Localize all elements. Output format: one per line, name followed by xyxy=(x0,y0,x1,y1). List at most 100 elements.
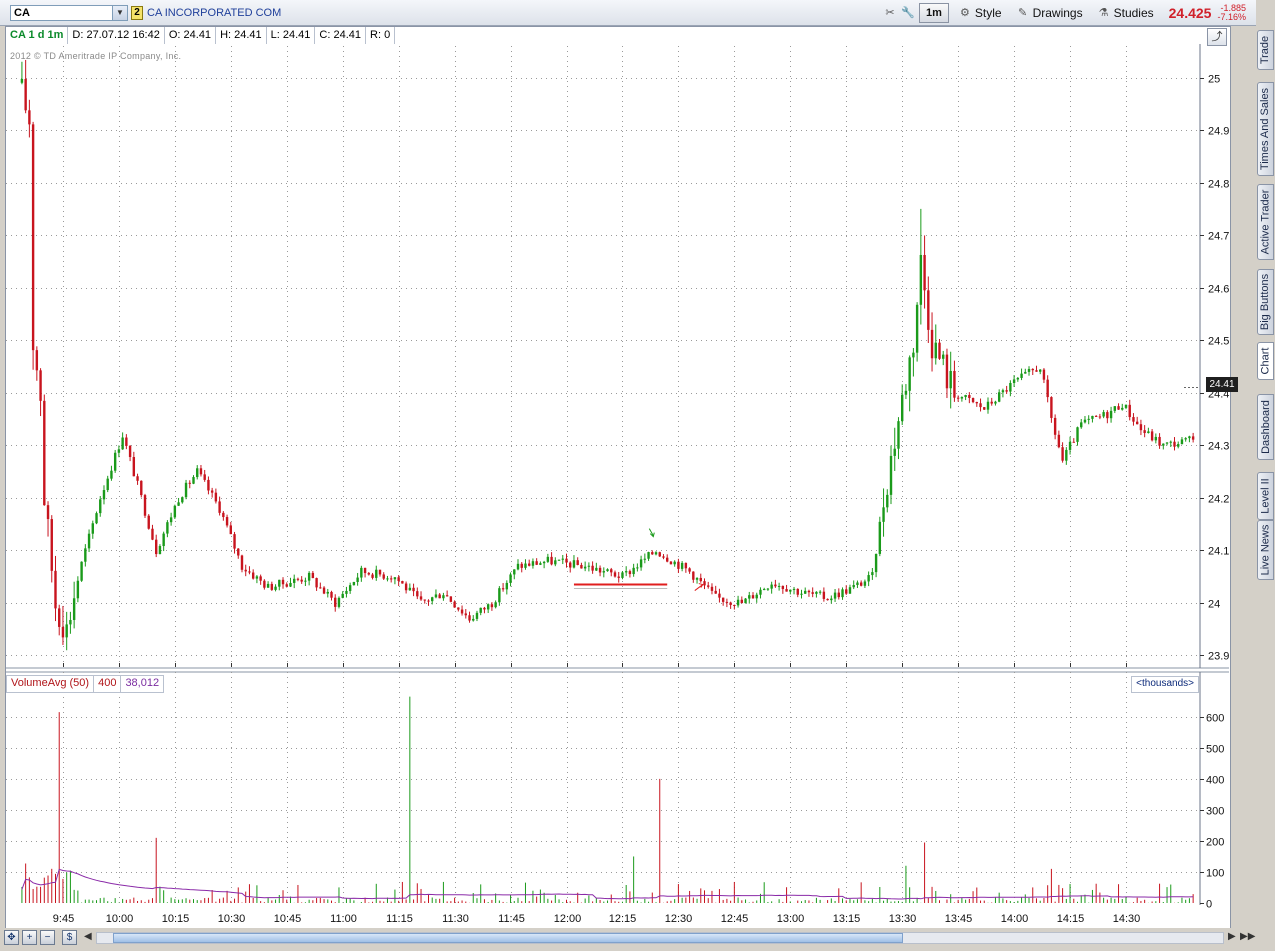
tab-live-news[interactable]: Live News xyxy=(1257,520,1274,580)
tab-times-and-sales[interactable]: Times And Sales xyxy=(1257,82,1274,176)
candle-body xyxy=(938,342,941,359)
bar-low: L: 24.41 xyxy=(266,27,316,44)
candle-body xyxy=(871,572,874,576)
candle-body xyxy=(774,584,777,587)
candle-body xyxy=(1188,436,1191,439)
candle-body xyxy=(945,354,949,389)
pan-icon[interactable]: ✥ xyxy=(4,930,19,945)
candle-body xyxy=(815,591,818,594)
candle-body xyxy=(1072,441,1075,443)
candle-body xyxy=(580,564,583,569)
candle-body xyxy=(1154,436,1158,441)
candle-body xyxy=(106,478,109,491)
candle-body xyxy=(550,556,553,565)
candle-body xyxy=(733,604,736,606)
candle-body xyxy=(155,539,158,555)
time-tick-label: 12:30 xyxy=(665,913,693,925)
candle-body xyxy=(822,591,826,599)
candle-body xyxy=(1083,419,1087,423)
symbol-interval-label[interactable]: CA 1 d 1m xyxy=(6,27,69,44)
tab-chart[interactable]: Chart xyxy=(1257,342,1274,380)
candle-body xyxy=(751,595,755,599)
candle-body xyxy=(770,584,773,589)
time-scroll-thumb[interactable] xyxy=(113,933,903,943)
tab-trade[interactable]: Trade xyxy=(1257,30,1274,70)
candle-body xyxy=(740,599,744,604)
candle-body xyxy=(1165,442,1169,444)
candle-body xyxy=(128,445,132,458)
candle-body xyxy=(348,585,352,591)
candle-body xyxy=(434,594,438,598)
time-scrollbar[interactable] xyxy=(96,932,1224,944)
candle-body xyxy=(494,602,497,608)
candle-body xyxy=(166,522,169,534)
candle-body xyxy=(1068,441,1072,450)
price-tick-label: 24.5 xyxy=(1208,336,1229,348)
candle-body xyxy=(613,572,617,577)
candle-body xyxy=(24,78,27,111)
candle-body xyxy=(65,624,68,638)
price-volume-chart[interactable]: 2524.924.824.724.624.524.424.324.224.124… xyxy=(0,0,1275,951)
candle-body xyxy=(307,572,311,581)
tab-big-buttons[interactable]: Big Buttons xyxy=(1257,269,1274,335)
candle-body xyxy=(848,587,852,594)
candle-body xyxy=(199,468,203,475)
candle-body xyxy=(151,528,154,540)
candle-body xyxy=(54,570,57,609)
candle-body xyxy=(1050,397,1053,418)
candle-body xyxy=(1020,373,1023,378)
tab-level-ii[interactable]: Level II xyxy=(1257,472,1274,520)
chart-settings-icon[interactable]: ⤴ xyxy=(1207,28,1227,46)
volume-study-label[interactable]: VolumeAvg (50) xyxy=(6,675,95,693)
candle-body xyxy=(281,579,285,585)
time-tick-label: 10:00 xyxy=(106,913,134,925)
candle-body xyxy=(528,563,531,566)
candle-body xyxy=(986,401,990,410)
scroll-right-icon[interactable]: ▶ xyxy=(1228,931,1236,942)
candle-body xyxy=(520,563,523,568)
candle-body xyxy=(513,569,516,575)
zoom-in-icon[interactable]: + xyxy=(22,930,37,945)
candle-body xyxy=(274,586,277,590)
tab-active-trader[interactable]: Active Trader xyxy=(1257,184,1274,260)
candle-body xyxy=(923,254,926,291)
candle-body xyxy=(453,601,456,608)
price-tick-label: 24.3 xyxy=(1208,441,1229,453)
dollar-scale-icon[interactable]: $ xyxy=(62,930,77,945)
candle-body xyxy=(647,552,650,559)
candle-body xyxy=(811,592,814,594)
tab-dashboard[interactable]: Dashboard xyxy=(1257,394,1274,460)
candle-body xyxy=(31,124,35,351)
candle-body xyxy=(270,583,274,590)
candle-body xyxy=(248,571,251,573)
candle-body xyxy=(293,578,296,583)
volume-tick-label: 600 xyxy=(1206,713,1224,725)
candle-body xyxy=(337,597,341,607)
candle-body xyxy=(304,580,307,582)
candle-body xyxy=(628,571,632,575)
candle-body xyxy=(542,561,546,564)
zoom-out-icon[interactable]: − xyxy=(40,930,55,945)
candle-body xyxy=(113,452,117,471)
candle-body xyxy=(624,571,628,573)
candle-body xyxy=(610,569,613,573)
candle-body xyxy=(360,567,363,578)
time-tick-label: 12:00 xyxy=(554,913,582,925)
candle-body xyxy=(1184,438,1187,440)
candle-body xyxy=(934,342,937,359)
candle-body xyxy=(535,561,538,565)
candle-body xyxy=(184,482,188,498)
candle-body xyxy=(766,588,770,590)
candle-body xyxy=(136,476,139,481)
scroll-left-icon[interactable]: ◀ xyxy=(84,931,92,942)
candle-body xyxy=(140,480,143,496)
price-tick-label: 24.2 xyxy=(1208,494,1229,506)
candle-body xyxy=(956,397,960,399)
price-tick-label: 24.6 xyxy=(1208,284,1229,296)
candle-body xyxy=(583,566,587,569)
scroll-end-icon[interactable]: ▶▶ xyxy=(1240,931,1255,942)
candle-body xyxy=(46,505,50,520)
candle-body xyxy=(483,607,486,610)
candle-body xyxy=(84,548,87,562)
candle-body xyxy=(1087,418,1090,420)
